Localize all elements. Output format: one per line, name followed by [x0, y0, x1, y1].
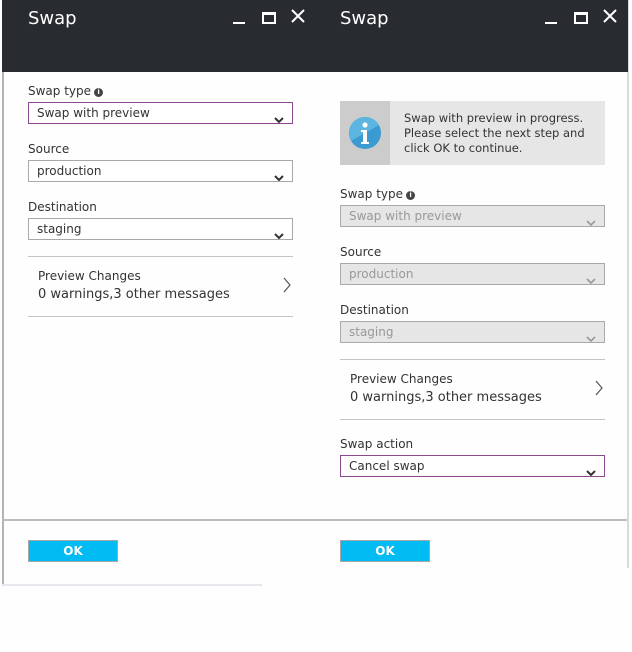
window-border-bottom [2, 584, 262, 586]
close-icon[interactable] [291, 9, 309, 27]
destination-select: staging [340, 321, 605, 343]
destination-select[interactable]: staging [28, 218, 293, 240]
destination-label: Destination [28, 200, 97, 214]
info-icon[interactable]: i [406, 191, 416, 200]
preview-changes-title: Preview Changes [350, 372, 453, 386]
swap-type-label-text: Swap type [340, 187, 404, 201]
source-value: production [37, 164, 102, 178]
blade-header: Swap [2, 0, 320, 72]
info-icon[interactable]: i [94, 88, 104, 97]
chevron-down-icon [586, 270, 596, 289]
blade-header: Swap [316, 0, 628, 72]
divider [28, 316, 293, 317]
swap-action-value: Cancel swap [349, 459, 425, 473]
window-border-left [2, 0, 4, 585]
blade-title: Swap [340, 8, 389, 29]
notice-icon-box [340, 101, 390, 165]
swap-in-progress-notice: Swap with preview in progress. Please se… [340, 101, 605, 165]
chevron-down-icon [586, 212, 596, 231]
source-select[interactable]: production [28, 160, 293, 182]
swap-blade-right: Swap Swap with preview in progress. Plea… [316, 0, 628, 562]
destination-label: Destination [340, 303, 409, 317]
close-icon[interactable] [603, 9, 621, 27]
preview-changes-summary: 0 warnings,3 other messages [350, 390, 542, 405]
minimize-icon[interactable] [542, 8, 560, 26]
swap-blade-left: Swap Swap type i Swap with preview Source… [2, 0, 320, 562]
swap-action-select[interactable]: Cancel swap [340, 455, 605, 477]
swap-type-select[interactable]: Swap with preview [28, 102, 293, 124]
chevron-down-icon [586, 462, 596, 481]
swap-action-label: Swap action [340, 437, 414, 451]
source-label: Source [340, 245, 382, 259]
footer-divider [2, 519, 320, 521]
source-label: Source [28, 142, 70, 156]
destination-value: staging [37, 222, 82, 236]
maximize-icon[interactable] [572, 8, 590, 26]
notice-message: Swap with preview in progress. Please se… [404, 111, 585, 155]
swap-type-select: Swap with preview [340, 205, 605, 227]
chevron-down-icon [274, 167, 284, 186]
source-select: production [340, 263, 605, 285]
maximize-icon[interactable] [260, 8, 278, 26]
window-border-right [627, 0, 629, 568]
preview-changes-title: Preview Changes [38, 269, 141, 283]
ok-button[interactable]: OK [28, 540, 118, 562]
swap-type-value: Swap with preview [349, 209, 462, 223]
swap-type-label: Swap type i [340, 187, 416, 201]
swap-type-label: Swap type i [28, 84, 104, 98]
destination-value: staging [349, 325, 394, 339]
source-value: production [349, 267, 414, 281]
preview-changes-summary: 0 warnings,3 other messages [38, 287, 230, 302]
chevron-down-icon [274, 225, 284, 244]
chevron-right-icon [595, 380, 603, 400]
footer-divider [316, 519, 627, 521]
info-icon [348, 116, 381, 149]
preview-changes-link[interactable]: Preview Changes 0 warnings,3 other messa… [28, 257, 293, 316]
preview-changes-link[interactable]: Preview Changes 0 warnings,3 other messa… [340, 360, 605, 419]
chevron-down-icon [586, 328, 596, 347]
swap-type-label-text: Swap type [28, 84, 92, 98]
divider [340, 419, 605, 420]
swap-type-value: Swap with preview [37, 106, 150, 120]
chevron-right-icon [283, 277, 291, 297]
minimize-icon[interactable] [230, 8, 248, 26]
ok-button[interactable]: OK [340, 540, 430, 562]
chevron-down-icon [274, 109, 284, 128]
blade-title: Swap [28, 8, 77, 29]
